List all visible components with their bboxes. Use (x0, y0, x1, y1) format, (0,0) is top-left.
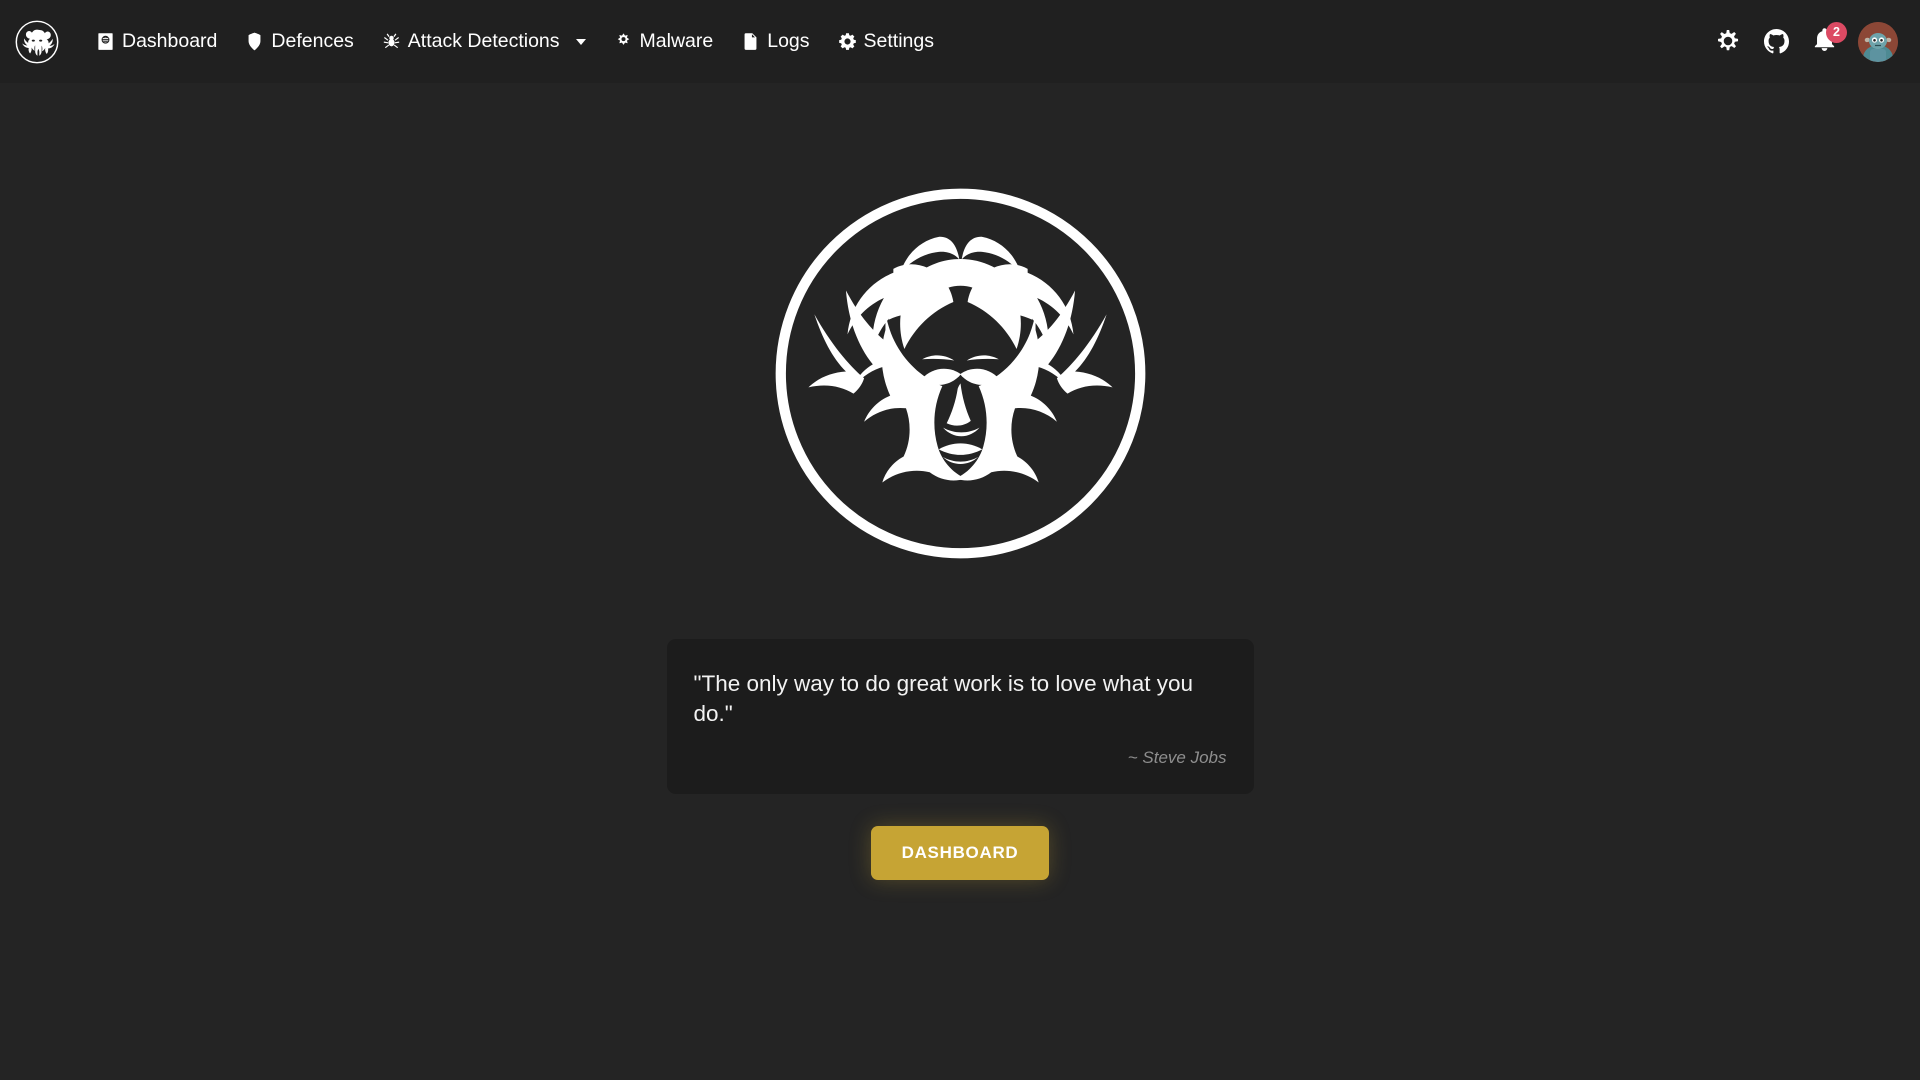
sun-icon (1716, 29, 1740, 54)
main-content: "The only way to do great work is to lov… (0, 83, 1920, 1080)
theme-toggle-button[interactable] (1706, 20, 1750, 64)
avatar-icon (1858, 21, 1898, 62)
nav-item-logs-label: Logs (767, 29, 810, 52)
dashboard-button[interactable]: DASHBOARD (870, 825, 1050, 880)
nav-item-malware-label: Malware (639, 29, 714, 52)
chevron-down-icon[interactable] (575, 38, 586, 45)
github-icon (1763, 29, 1789, 54)
spider-icon (382, 32, 401, 51)
medusa-logo-icon (14, 19, 60, 65)
user-avatar[interactable] (1858, 21, 1898, 62)
medusa-logo-icon (775, 188, 1145, 559)
shield-icon (245, 32, 264, 51)
virus-icon (614, 32, 633, 51)
hero-logo (763, 176, 1158, 571)
quote-card: "The only way to do great work is to lov… (666, 639, 1254, 794)
navbar-right-actions: 2 (1702, 20, 1898, 64)
nav-links: Dashboard Defences Attack Detections Mal… (82, 22, 1702, 62)
nav-item-malware[interactable]: Malware (600, 22, 728, 62)
passport-globe-icon (96, 32, 115, 51)
nav-item-dashboard-label: Dashboard (122, 29, 218, 52)
file-log-icon (741, 32, 760, 51)
gear-icon (838, 32, 857, 51)
nav-item-attack-detections[interactable]: Attack Detections (368, 22, 600, 62)
brand-logo[interactable] (14, 19, 60, 65)
quote-author: ~ Steve Jobs (1127, 747, 1227, 767)
github-link-button[interactable] (1754, 20, 1798, 64)
notification-badge: 2 (1826, 21, 1847, 43)
notifications-button[interactable]: 2 (1802, 20, 1847, 64)
top-navbar: Dashboard Defences Attack Detections Mal… (0, 0, 1920, 83)
nav-item-defences-label: Defences (271, 29, 354, 52)
nav-item-defences[interactable]: Defences (231, 22, 367, 62)
nav-item-settings[interactable]: Settings (824, 22, 948, 62)
nav-item-settings-label: Settings (863, 29, 934, 52)
nav-item-attack-detections-label: Attack Detections (407, 29, 560, 52)
nav-item-logs[interactable]: Logs (727, 22, 823, 62)
nav-item-dashboard[interactable]: Dashboard (82, 22, 231, 62)
quote-text: "The only way to do great work is to lov… (693, 671, 1193, 727)
